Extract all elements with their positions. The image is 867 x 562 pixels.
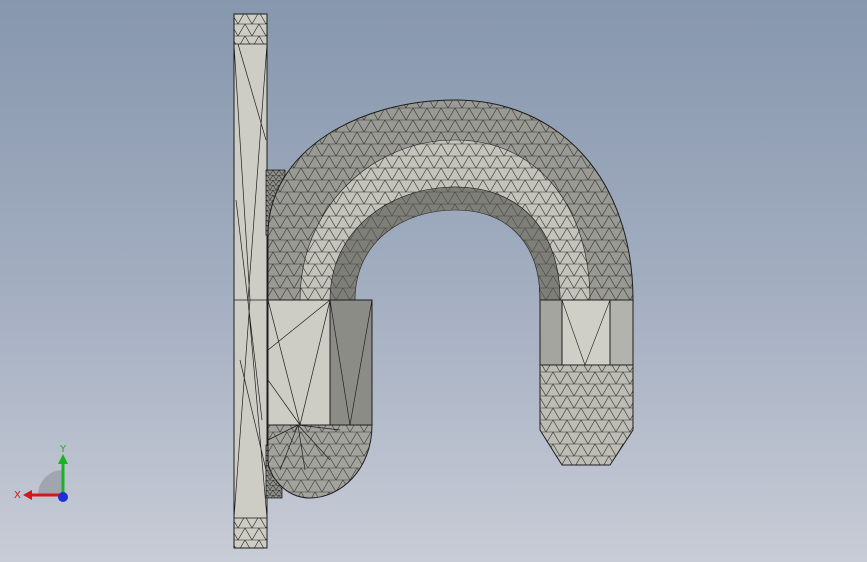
axis-triad: Y X (14, 444, 68, 502)
graphics-viewport[interactable]: Y X (0, 0, 867, 562)
y-axis-arrow (58, 454, 68, 464)
triad-quarter-disc (38, 470, 63, 495)
mesh-model[interactable] (0, 0, 867, 562)
y-axis-label: Y (59, 444, 67, 455)
x-axis-arrow (23, 490, 32, 500)
z-axis-dot (58, 492, 68, 502)
x-axis-label: X (14, 490, 21, 501)
right-leg[interactable] (539, 299, 634, 466)
flange-plate[interactable] (233, 13, 268, 549)
left-leg[interactable] (267, 299, 373, 499)
